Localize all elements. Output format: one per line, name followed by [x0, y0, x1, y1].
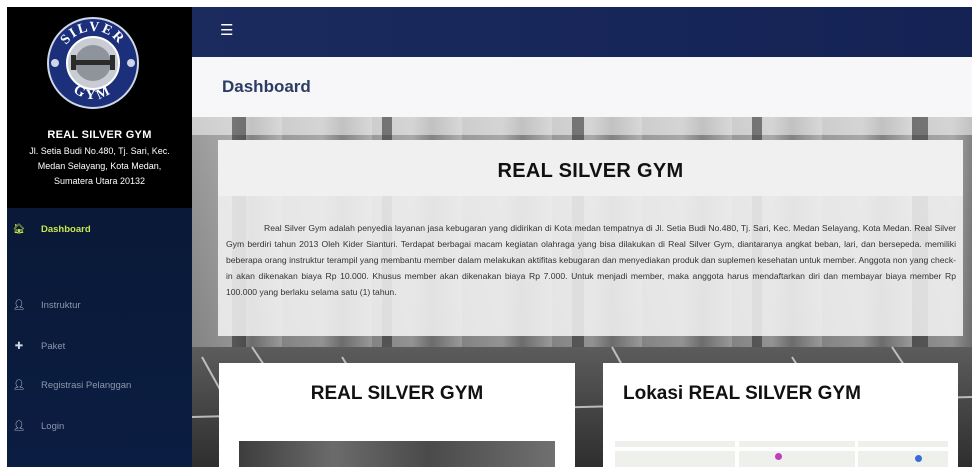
sidebar: SILVER GYM REAL SILVER GYM Jl. Setia Bud… — [7, 7, 192, 467]
sidebar-item-label: Instruktur — [41, 299, 81, 311]
gym-photo-card: REAL SILVER GYM — [219, 363, 575, 467]
screen-border-top — [0, 0, 972, 7]
sidebar-item-label: Dashboard — [41, 223, 91, 235]
intro-card: REAL SILVER GYM Real Silver Gym adalah p… — [218, 140, 963, 336]
hamburger-icon[interactable]: ☰ — [220, 23, 233, 38]
brand-address: Jl. Setia Budi No.480, Tj. Sari, Kec. Me… — [29, 146, 170, 186]
silver-gym-logo: SILVER GYM — [47, 17, 139, 109]
map-pin-icon[interactable] — [775, 453, 782, 460]
sidebar-item-login[interactable]: 👤︎ Login — [7, 416, 192, 436]
sidebar-item-label: Login — [41, 420, 65, 432]
sidebar-item-label: Paket — [41, 340, 66, 352]
sidebar-item-paket[interactable]: ✚ Paket — [7, 336, 192, 356]
user-icon: 👤︎ — [12, 299, 26, 311]
brand-name: REAL SILVER GYM — [47, 129, 152, 141]
map-marker-icon[interactable] — [915, 455, 922, 462]
intro-description: Real Silver Gym adalah penyedia layanan … — [226, 223, 956, 297]
brand-panel: SILVER GYM REAL SILVER GYM Jl. Setia Bud… — [7, 7, 192, 208]
user-icon: 👤︎ — [12, 379, 26, 391]
sidebar-item-instruktur[interactable]: 👤︎ Instruktur — [7, 295, 192, 315]
gym-photo — [239, 441, 555, 467]
home-icon: 🏠︎ — [12, 223, 26, 235]
user-icon: 👤︎ — [12, 420, 26, 432]
plus-icon: ✚ — [14, 340, 24, 352]
screen-border-left — [0, 0, 7, 467]
sidebar-item-dashboard[interactable]: 🏠︎ Dashboard — [7, 219, 192, 239]
page-title: Dashboard — [222, 77, 311, 96]
sidebar-item-label: Registrasi Pelanggan — [41, 379, 132, 391]
page-header: Dashboard — [192, 57, 972, 117]
intro-title: REAL SILVER GYM — [497, 160, 684, 182]
location-map[interactable] — [615, 441, 948, 467]
location-card: Lokasi REAL SILVER GYM — [603, 363, 958, 467]
gym-photo-card-title: REAL SILVER GYM — [310, 383, 484, 404]
sidebar-item-registrasi-pelanggan[interactable]: 👤︎ Registrasi Pelanggan — [7, 375, 192, 395]
top-navbar: ☰ — [192, 7, 972, 57]
location-card-title: Lokasi REAL SILVER GYM — [623, 383, 861, 404]
